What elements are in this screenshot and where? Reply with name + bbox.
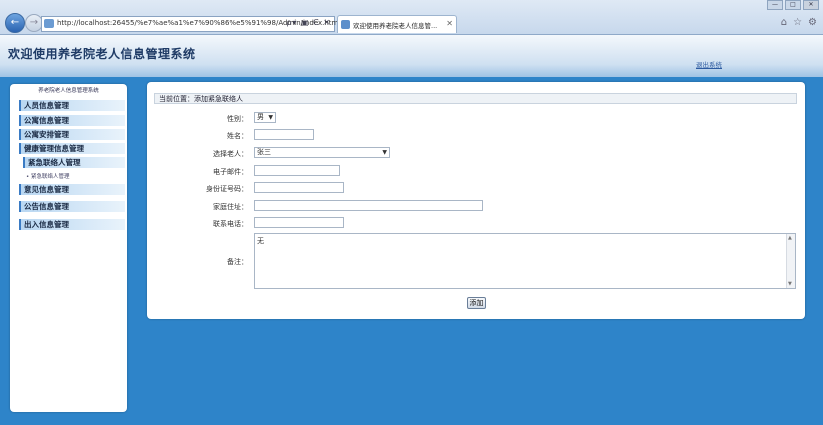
- email-input[interactable]: [254, 165, 340, 176]
- address-input[interactable]: [254, 200, 483, 211]
- chevron-down-icon: ▼: [268, 114, 273, 121]
- gender-select[interactable]: 男 ▼: [254, 112, 276, 123]
- arrow-right-icon: →: [29, 17, 39, 28]
- window-titlebar: — □ ✕: [0, 0, 823, 10]
- address-tools[interactable]: ρ▾ ▣ C ✕: [286, 18, 331, 27]
- remark-label: 备注：: [227, 258, 248, 266]
- page-icon: [44, 19, 54, 28]
- add-button[interactable]: 添加: [467, 297, 486, 309]
- sidebar-item-access[interactable]: 出入信息管理: [19, 219, 125, 230]
- sidebar-item-health[interactable]: 健康管理信息管理: [19, 143, 125, 154]
- sidebar-item-feedback[interactable]: 意见信息管理: [19, 184, 125, 195]
- sidebar-item-apartment-arrangement[interactable]: 公寓安排管理: [19, 129, 125, 140]
- sidebar-item-announcement[interactable]: 公告信息管理: [19, 201, 125, 212]
- browser-toolbar: ⌂ ☆ ⚙: [781, 17, 817, 28]
- breadcrumb: 当前位置：添加紧急联络人: [154, 93, 797, 104]
- name-input[interactable]: [254, 129, 314, 140]
- site-title: 欢迎使用养老院老人信息管理系统: [8, 47, 196, 61]
- close-window-button[interactable]: ✕: [803, 0, 819, 10]
- sidebar-subitem-emergency-contact[interactable]: • 紧急联络人管理: [26, 172, 70, 180]
- chevron-down-icon: ▼: [382, 149, 387, 156]
- name-label: 姓名：: [227, 132, 248, 140]
- navigation-row: ← → http://localhost:26455/%e7%ae%a1%e7%…: [0, 12, 823, 34]
- address-bar[interactable]: http://localhost:26455/%e7%ae%a1%e7%90%8…: [41, 16, 338, 32]
- gender-value: 男: [257, 113, 264, 121]
- phone-input[interactable]: [254, 217, 344, 228]
- exit-system-link[interactable]: 退出系统: [696, 59, 722, 69]
- address-label: 家庭住址：: [213, 203, 248, 211]
- scroll-up-icon[interactable]: ▲: [788, 235, 792, 241]
- site-header: 欢迎使用养老院老人信息管理系统 退出系统: [0, 35, 823, 77]
- browser-tab[interactable]: 欢迎使用养老院老人信息管... ✕: [337, 15, 457, 33]
- gear-icon[interactable]: ⚙: [808, 17, 817, 28]
- sidebar-item-emergency-contact[interactable]: 紧急联络人管理: [23, 157, 125, 168]
- gender-label: 性别：: [227, 115, 248, 123]
- elder-label: 选择老人：: [213, 150, 248, 158]
- sidebar-item-personnel[interactable]: 人员信息管理: [19, 100, 125, 111]
- home-icon[interactable]: ⌂: [781, 17, 787, 28]
- idcard-input[interactable]: [254, 182, 344, 193]
- sidebar: 养老院老人信息管理系统 人员信息管理 公寓信息管理 公寓安排管理 健康管理信息管…: [10, 84, 127, 412]
- scroll-down-icon[interactable]: ▼: [788, 281, 792, 287]
- sidebar-item-apartment[interactable]: 公寓信息管理: [19, 115, 125, 126]
- sidebar-title: 养老院老人信息管理系统: [38, 88, 99, 94]
- elder-select[interactable]: 张三 ▼: [254, 147, 390, 158]
- favorites-star-icon[interactable]: ☆: [793, 17, 802, 28]
- elder-value: 张三: [257, 148, 271, 156]
- browser-chrome: — □ ✕ ← → http://localhost:26455/%e7%ae%…: [0, 0, 823, 35]
- tab-close-icon[interactable]: ✕: [446, 19, 453, 28]
- email-label: 电子邮件：: [213, 168, 248, 176]
- window-controls: — □ ✕: [767, 0, 819, 10]
- remark-value: 无: [257, 237, 264, 245]
- textarea-scrollbar[interactable]: ▲ ▼: [786, 234, 795, 288]
- idcard-label: 身份证号码：: [206, 185, 248, 193]
- tab-favicon-icon: [341, 20, 350, 29]
- remark-textarea[interactable]: 无 ▲ ▼: [254, 233, 796, 289]
- tab-title: 欢迎使用养老院老人信息管...: [353, 22, 438, 30]
- maximize-button[interactable]: □: [785, 0, 801, 10]
- phone-label: 联系电话：: [213, 220, 248, 228]
- arrow-left-icon: ←: [10, 17, 20, 28]
- minimize-button[interactable]: —: [767, 0, 783, 10]
- back-button[interactable]: ←: [5, 13, 25, 33]
